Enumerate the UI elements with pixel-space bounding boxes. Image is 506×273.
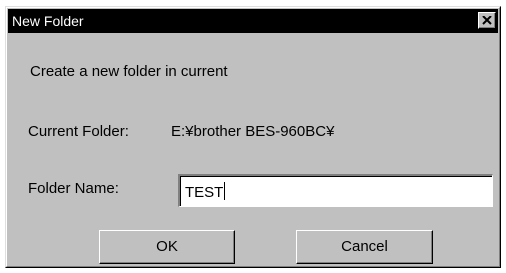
title-bar[interactable]: New Folder xyxy=(8,9,498,33)
current-folder-label: Current Folder: xyxy=(28,123,129,140)
dialog-prompt: Create a new folder in current xyxy=(30,63,228,80)
current-folder-path: E:¥brother BES-960BC¥ xyxy=(171,123,335,140)
folder-name-value: TEST xyxy=(185,184,224,201)
text-caret xyxy=(224,182,226,200)
folder-name-input[interactable]: TEST xyxy=(178,174,493,207)
window-title: New Folder xyxy=(12,13,84,29)
close-button[interactable] xyxy=(478,12,496,29)
cancel-button[interactable]: Cancel xyxy=(296,230,433,264)
folder-name-label: Folder Name: xyxy=(28,180,119,197)
new-folder-dialog: New Folder Create a new folder in curren… xyxy=(5,6,501,268)
ok-button[interactable]: OK xyxy=(99,230,235,264)
folder-name-value-wrap: TEST xyxy=(185,182,226,201)
close-icon xyxy=(482,16,492,25)
